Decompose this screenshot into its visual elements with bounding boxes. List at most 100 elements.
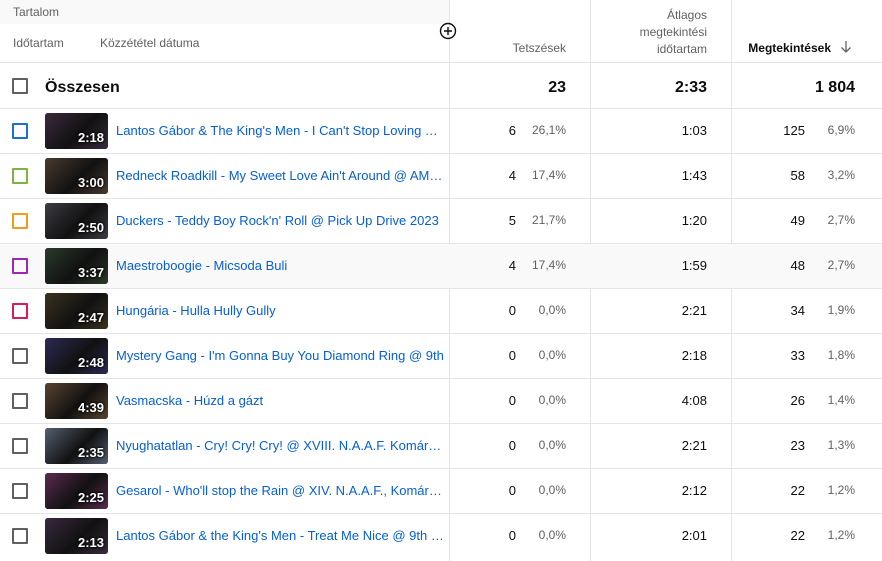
video-title-link[interactable]: Maestroboogie - Micsoda Buli <box>116 258 444 273</box>
table-row[interactable]: 3:00 Redneck Roadkill - My Sweet Love Ain… <box>0 153 882 199</box>
video-title-link[interactable]: Gesarol - Who'll stop the Rain @ XIV. N.… <box>116 483 444 498</box>
row-checkbox[interactable] <box>12 393 28 409</box>
column-header-likes[interactable]: Tetszések <box>460 40 566 57</box>
likes-percent: 17,4% <box>531 168 566 182</box>
likes-percent: 0,0% <box>538 528 566 542</box>
video-thumbnail[interactable]: 2:48 <box>45 338 108 374</box>
video-title-link[interactable]: Hungária - Hulla Hully Gully <box>116 303 444 318</box>
table-row[interactable]: 2:18 Lantos Gábor & The King's Men - I Ca… <box>0 108 882 154</box>
views-value: 125 <box>783 123 805 138</box>
video-thumbnail[interactable]: 2:50 <box>45 203 108 239</box>
likes-percent: 0,0% <box>538 348 566 362</box>
video-thumbnail[interactable]: 2:13 <box>45 518 108 554</box>
video-title-link[interactable]: Duckers - Teddy Boy Rock'n' Roll @ Pick … <box>116 213 444 228</box>
avg-header-line: időtartam <box>656 42 707 56</box>
views-value: 33 <box>790 348 805 363</box>
avg-duration-value: 2:18 <box>681 348 707 363</box>
views-value: 23 <box>790 438 805 453</box>
table-row[interactable]: 2:35 Nyughatatlan - Cry! Cry! Cry! @ XVII… <box>0 423 882 469</box>
likes-percent: 17,4% <box>531 258 566 272</box>
avg-duration-value: 2:21 <box>681 303 707 318</box>
table-row[interactable]: 2:50 Duckers - Teddy Boy Rock'n' Roll @ P… <box>0 198 882 244</box>
avg-duration-value: 1:20 <box>681 213 707 228</box>
views-value: 26 <box>790 393 805 408</box>
add-column-icon[interactable] <box>439 22 457 40</box>
likes-value: 4 <box>508 258 516 273</box>
total-likes: 23 <box>548 79 566 96</box>
video-duration: 2:50 <box>77 220 104 235</box>
column-header-avg-view-duration[interactable]: Átlagos megtekintési időtartam <box>595 7 707 58</box>
likes-value: 5 <box>508 213 516 228</box>
video-duration: 2:47 <box>77 310 104 325</box>
row-checkbox[interactable] <box>12 123 28 139</box>
content-section-header: Tartalom <box>0 0 449 24</box>
row-checkbox[interactable] <box>12 213 28 229</box>
row-checkbox[interactable] <box>12 483 28 499</box>
video-title-link[interactable]: Vasmacska - Húzd a gázt <box>116 393 444 408</box>
video-thumbnail[interactable]: 2:18 <box>45 113 108 149</box>
table-row[interactable]: 2:47 Hungária - Hulla Hully Gully 0 0,0% 2:2… <box>0 288 882 334</box>
total-avg-duration: 2:33 <box>674 79 707 96</box>
likes-value: 6 <box>508 123 516 138</box>
video-thumbnail[interactable]: 2:47 <box>45 293 108 329</box>
video-thumbnail[interactable]: 2:25 <box>45 473 108 509</box>
views-percent: 1,2% <box>827 483 855 497</box>
video-duration: 2:35 <box>77 445 104 460</box>
likes-value: 0 <box>508 303 516 318</box>
video-title-link[interactable]: Redneck Roadkill - My Sweet Love Ain't A… <box>116 168 444 183</box>
views-value: 49 <box>790 213 805 228</box>
video-title-link[interactable]: Lantos Gábor & The King's Men - I Can't … <box>116 123 444 138</box>
avg-duration-value: 1:03 <box>681 123 707 138</box>
likes-value: 0 <box>508 393 516 408</box>
row-checkbox[interactable] <box>12 168 28 184</box>
likes-percent: 0,0% <box>538 393 566 407</box>
views-percent: 3,2% <box>827 168 855 182</box>
avg-duration-value: 2:01 <box>681 528 707 543</box>
video-thumbnail[interactable]: 4:39 <box>45 383 108 419</box>
views-value: 22 <box>790 528 805 543</box>
video-duration: 2:25 <box>77 490 104 505</box>
avg-duration-value: 4:08 <box>681 393 707 408</box>
video-thumbnail[interactable]: 2:35 <box>45 428 108 464</box>
table-row[interactable]: 4:39 Vasmacska - Húzd a gázt 0 0,0% 4:08 26 1,… <box>0 378 882 424</box>
table-row[interactable]: 2:25 Gesarol - Who'll stop the Rain @ XIV… <box>0 468 882 514</box>
row-checkbox[interactable] <box>12 258 28 274</box>
table-row[interactable]: 2:13 Lantos Gábor & the King's Men - Trea… <box>0 513 882 559</box>
row-checkbox[interactable] <box>12 303 28 319</box>
video-thumbnail[interactable]: 3:37 <box>45 248 108 284</box>
views-value: 48 <box>790 258 805 273</box>
tab-publish-date[interactable]: Közzététel dátuma <box>100 36 199 50</box>
table-row[interactable]: 2:48 Mystery Gang - I'm Gonna Buy You Dia… <box>0 333 882 379</box>
total-label: Összesen <box>45 79 120 96</box>
video-title-link[interactable]: Lantos Gábor & the King's Men - Treat Me… <box>116 528 444 543</box>
video-duration: 2:18 <box>77 130 104 145</box>
row-checkbox[interactable] <box>12 348 28 364</box>
likes-value: 0 <box>508 528 516 543</box>
views-value: 34 <box>790 303 805 318</box>
video-title-link[interactable]: Nyughatatlan - Cry! Cry! Cry! @ XVIII. N… <box>116 438 444 453</box>
row-checkbox[interactable] <box>12 438 28 454</box>
table-row[interactable]: 3:37 Maestroboogie - Micsoda Buli 4 17,4% 1:… <box>0 243 882 289</box>
tab-duration[interactable]: Időtartam <box>13 36 64 50</box>
views-percent: 1,9% <box>827 303 855 317</box>
video-thumbnail[interactable]: 3:00 <box>45 158 108 194</box>
sort-descending-icon[interactable] <box>840 40 852 54</box>
video-duration: 3:37 <box>77 265 104 280</box>
select-all-checkbox[interactable] <box>12 78 28 94</box>
views-percent: 2,7% <box>827 258 855 272</box>
likes-percent: 0,0% <box>538 483 566 497</box>
video-duration: 3:00 <box>77 175 104 190</box>
column-header-views[interactable]: Megtekintések <box>735 40 831 57</box>
total-views: 1 804 <box>814 79 855 96</box>
views-value: 58 <box>790 168 805 183</box>
views-percent: 1,2% <box>827 528 855 542</box>
video-title-link[interactable]: Mystery Gang - I'm Gonna Buy You Diamond… <box>116 348 444 363</box>
likes-percent: 0,0% <box>538 303 566 317</box>
video-duration: 2:13 <box>77 535 104 550</box>
avg-duration-value: 1:59 <box>681 258 707 273</box>
avg-header-line: Átlagos <box>666 8 707 22</box>
row-checkbox[interactable] <box>12 528 28 544</box>
likes-percent: 26,1% <box>531 123 566 137</box>
avg-header-line: megtekintési <box>639 25 707 39</box>
likes-percent: 21,7% <box>531 213 566 227</box>
